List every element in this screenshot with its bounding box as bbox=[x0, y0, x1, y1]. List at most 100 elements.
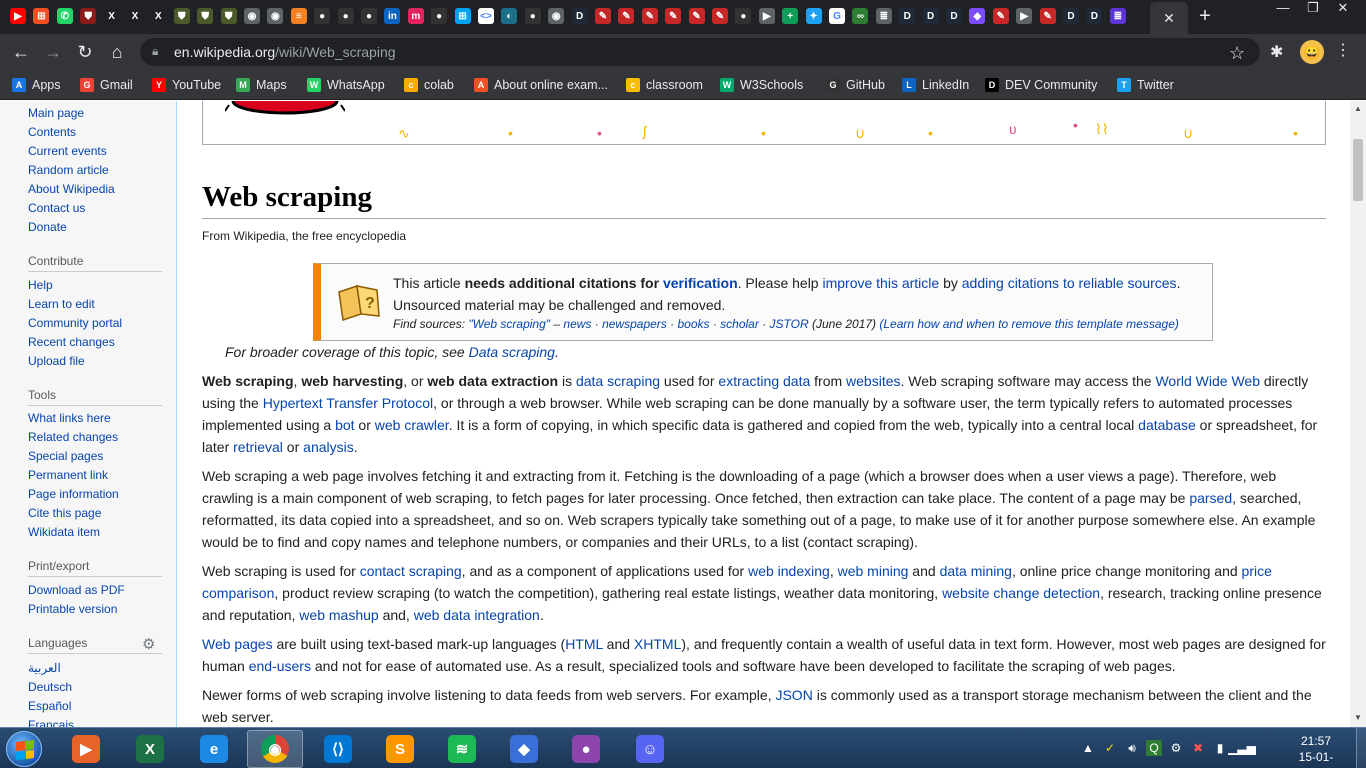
browser-tab[interactable]: D bbox=[570, 4, 590, 28]
sidebar-item-contents[interactable]: Contents bbox=[28, 125, 76, 139]
show-hidden-icons-icon[interactable]: ▲ bbox=[1080, 740, 1096, 756]
article-link[interactable]: end-users bbox=[249, 658, 311, 674]
taskbar-app-button[interactable]: ◉ bbox=[247, 730, 303, 768]
bookmark-linkedin[interactable]: L LinkedIn bbox=[902, 76, 969, 94]
sidebar-item-contact-us[interactable]: Contact us bbox=[28, 201, 85, 215]
article-link[interactable]: extracting data bbox=[718, 373, 810, 389]
sidebar-language-4[interactable]: Français bbox=[28, 718, 74, 727]
article-link[interactable]: World Wide Web bbox=[1155, 373, 1260, 389]
action-center-flag-icon[interactable]: ✓ bbox=[1102, 740, 1118, 756]
adding-citations-link[interactable]: adding citations to reliable sources bbox=[962, 275, 1177, 291]
article-link[interactable]: websites bbox=[846, 373, 900, 389]
minimize-button[interactable]: — bbox=[1268, 0, 1298, 18]
browser-tab[interactable]: ✎ bbox=[991, 4, 1011, 28]
taskbar-app-button[interactable]: S bbox=[372, 730, 428, 768]
article-link[interactable]: bot bbox=[335, 417, 354, 433]
browser-tab[interactable]: G bbox=[827, 4, 847, 28]
browser-tab[interactable]: ● bbox=[523, 4, 543, 28]
bookmark-star-icon[interactable]: ☆ bbox=[1229, 43, 1245, 64]
browser-tab[interactable]: + bbox=[780, 4, 800, 28]
taskbar-app-button[interactable]: ▶ bbox=[58, 730, 114, 768]
taskbar-app-button[interactable]: ⟨⟩ bbox=[310, 730, 366, 768]
article-link[interactable]: Hypertext Transfer Protocol bbox=[263, 395, 433, 411]
sidebar-language-3[interactable]: Español bbox=[28, 699, 71, 713]
bookmark-gmail[interactable]: G Gmail bbox=[80, 76, 133, 94]
article-link[interactable]: web indexing bbox=[748, 563, 830, 579]
reload-button[interactable]: ↻ bbox=[72, 39, 98, 65]
bookmark-w3schools[interactable]: W W3Schools bbox=[720, 76, 803, 94]
signal-bars-icon[interactable]: ▁▃▅ bbox=[1228, 740, 1256, 756]
home-button[interactable]: ⌂ bbox=[104, 39, 130, 65]
article-link[interactable]: data scraping bbox=[576, 373, 660, 389]
browser-tab[interactable]: ≣ bbox=[874, 4, 894, 28]
browser-tab[interactable]: D bbox=[1084, 4, 1104, 28]
browser-tab[interactable]: <> bbox=[476, 4, 496, 28]
article-link[interactable]: data mining bbox=[940, 563, 1012, 579]
data-scraping-link[interactable]: Data scraping bbox=[469, 344, 555, 360]
sidebar-item-printable-version[interactable]: Printable version bbox=[28, 602, 117, 616]
forward-button[interactable]: → bbox=[40, 39, 66, 65]
article-link[interactable]: HTML bbox=[565, 636, 603, 652]
sidebar-item-about-wikipedia[interactable]: About Wikipedia bbox=[28, 182, 115, 196]
article-link[interactable]: web mashup bbox=[299, 607, 378, 623]
browser-tab[interactable]: ⛊ bbox=[172, 4, 192, 28]
find-books-link[interactable]: books bbox=[677, 317, 709, 331]
browser-tab[interactable]: ● bbox=[733, 4, 753, 28]
browser-tab[interactable]: D bbox=[921, 4, 941, 28]
browser-tab[interactable]: ∞ bbox=[850, 4, 870, 28]
browser-tab[interactable]: ✎ bbox=[616, 4, 636, 28]
browser-tab[interactable]: ⊞ bbox=[31, 4, 51, 28]
address-bar[interactable]: 🔒︎ en.wikipedia.org/wiki/Web_scraping bbox=[140, 38, 1260, 66]
show-desktop-button[interactable] bbox=[1356, 728, 1366, 768]
browser-tab[interactable]: D bbox=[897, 4, 917, 28]
article-link[interactable]: database bbox=[1138, 417, 1196, 433]
bookmark-apps[interactable]: A Apps bbox=[12, 76, 61, 94]
sidebar-language-1[interactable]: العربية bbox=[28, 661, 61, 675]
browser-tab[interactable]: ◉ bbox=[242, 4, 262, 28]
article-link[interactable]: Web pages bbox=[202, 636, 273, 652]
browser-tab[interactable]: ● bbox=[312, 4, 332, 28]
sidebar-item-donate[interactable]: Donate bbox=[28, 220, 67, 234]
sidebar-item-what-links-here[interactable]: What links here bbox=[28, 411, 111, 425]
article-link[interactable]: contact scraping bbox=[360, 563, 462, 579]
browser-tab[interactable]: ▶ bbox=[1014, 4, 1034, 28]
sidebar-item-page-information[interactable]: Page information bbox=[28, 487, 119, 501]
browser-tab[interactable]: m bbox=[406, 4, 426, 28]
browser-tab[interactable]: ◆ bbox=[967, 4, 987, 28]
scrollbar-thumb[interactable] bbox=[1353, 139, 1363, 201]
sidebar-item-download-as-pdf[interactable]: Download as PDF bbox=[28, 583, 125, 597]
quick-heal-icon[interactable]: Q bbox=[1146, 740, 1162, 756]
browser-tab[interactable]: ● bbox=[359, 4, 379, 28]
browser-tab[interactable]: ⛊ bbox=[219, 4, 239, 28]
active-tab[interactable]: ✕ bbox=[1150, 2, 1188, 34]
bookmark-twitter[interactable]: T Twitter bbox=[1117, 76, 1174, 94]
taskbar-app-button[interactable]: e bbox=[186, 730, 242, 768]
find-newspapers-link[interactable]: newspapers bbox=[602, 317, 667, 331]
sidebar-item-main-page[interactable]: Main page bbox=[28, 106, 84, 120]
bookmark-maps[interactable]: M Maps bbox=[236, 76, 287, 94]
language-settings-gear-icon[interactable]: ⚙ bbox=[142, 635, 155, 653]
bookmark-colab[interactable]: c colab bbox=[404, 76, 454, 94]
start-button[interactable] bbox=[6, 731, 42, 767]
page-scrollbar[interactable]: ▲ ▼ bbox=[1350, 101, 1366, 727]
bookmark-youtube[interactable]: Y YouTube bbox=[152, 76, 221, 94]
article-link[interactable]: web mining bbox=[838, 563, 909, 579]
browser-tab[interactable]: ● bbox=[336, 4, 356, 28]
browser-tab[interactable]: ⛊ bbox=[195, 4, 215, 28]
sidebar-item-wikidata-item[interactable]: Wikidata item bbox=[28, 525, 100, 539]
taskbar-app-button[interactable]: ☺ bbox=[622, 730, 678, 768]
article-link[interactable]: JSON bbox=[775, 687, 812, 703]
learn-remove-template-link[interactable]: (Learn how and when to remove this templ… bbox=[879, 317, 1179, 331]
browser-tab[interactable]: ▶ bbox=[8, 4, 28, 28]
bookmark-github[interactable]: G GitHub bbox=[826, 76, 885, 94]
bookmark-whatsapp[interactable]: W WhatsApp bbox=[307, 76, 385, 94]
browser-tab[interactable]: ▶ bbox=[757, 4, 777, 28]
browser-tab[interactable]: ✎ bbox=[687, 4, 707, 28]
browser-tab[interactable]: ≡ bbox=[289, 4, 309, 28]
browser-tab[interactable]: ✦ bbox=[804, 4, 824, 28]
browser-tab[interactable]: X bbox=[148, 4, 168, 28]
bookmark-classroom[interactable]: c classroom bbox=[626, 76, 703, 94]
improve-article-link[interactable]: improve this article bbox=[822, 275, 939, 291]
sidebar-item-random-article[interactable]: Random article bbox=[28, 163, 109, 177]
back-button[interactable]: ← bbox=[8, 39, 34, 65]
